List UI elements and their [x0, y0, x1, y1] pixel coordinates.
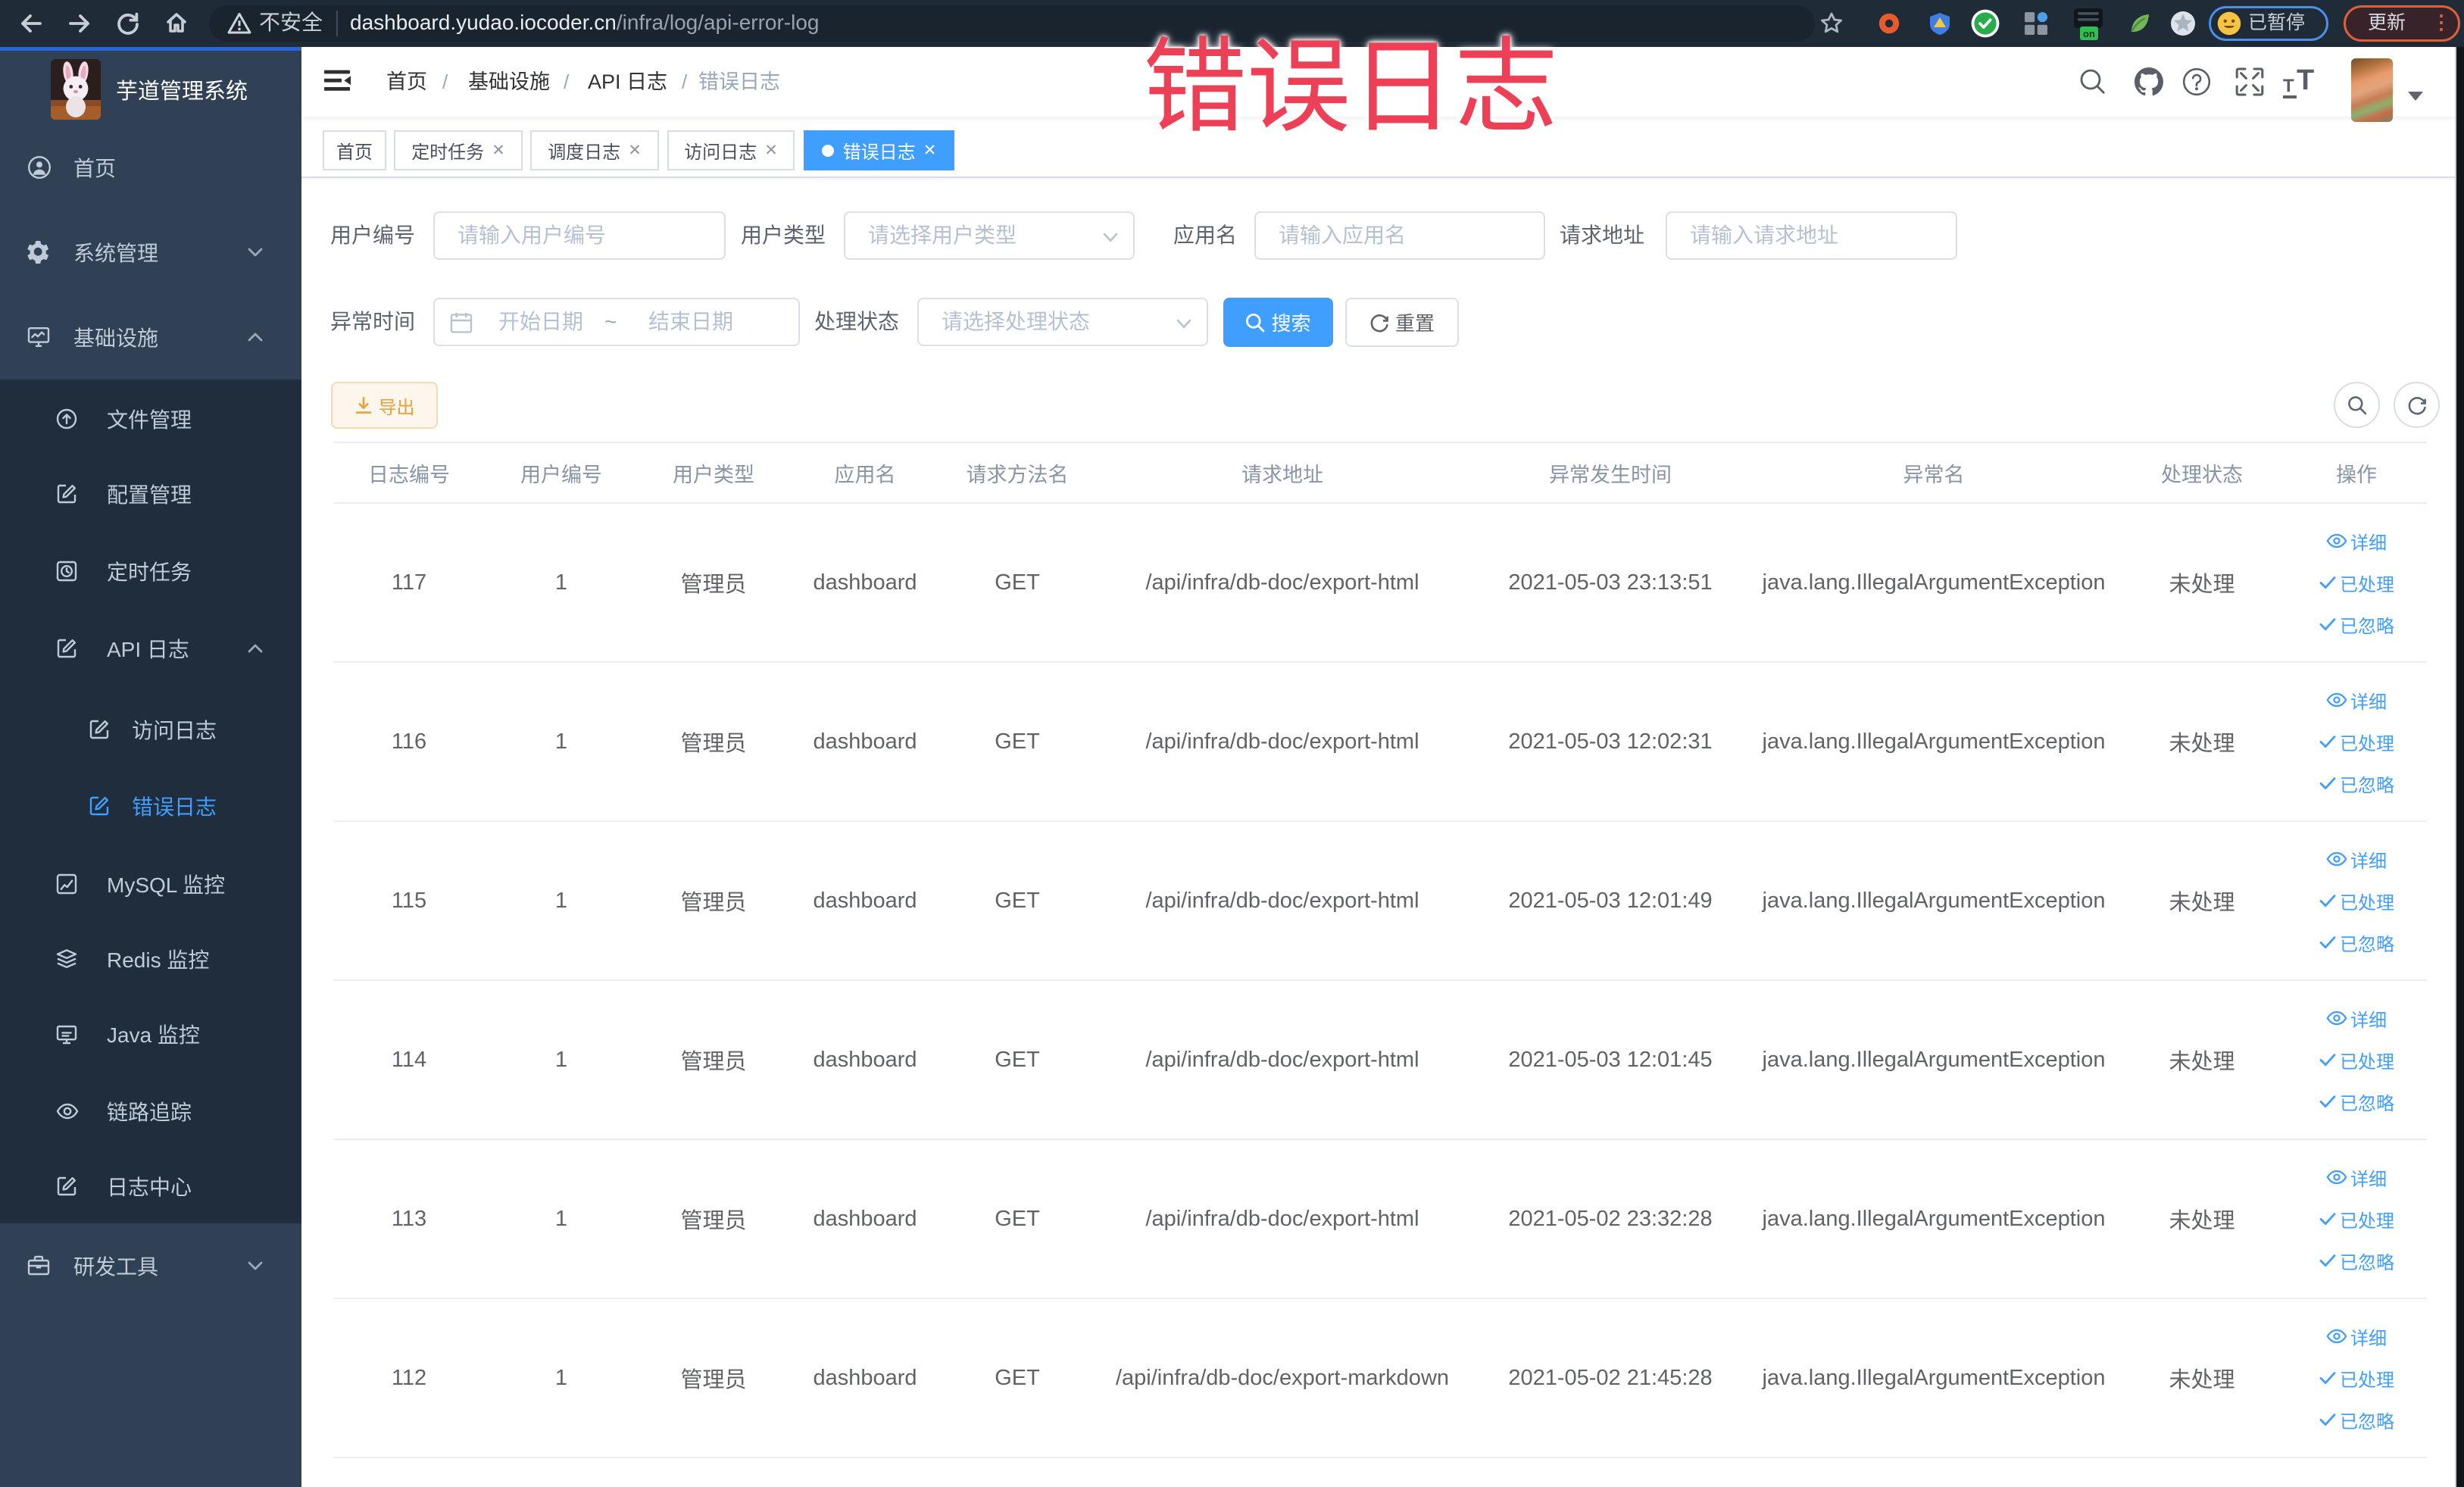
- svg-text:on: on: [2083, 28, 2095, 39]
